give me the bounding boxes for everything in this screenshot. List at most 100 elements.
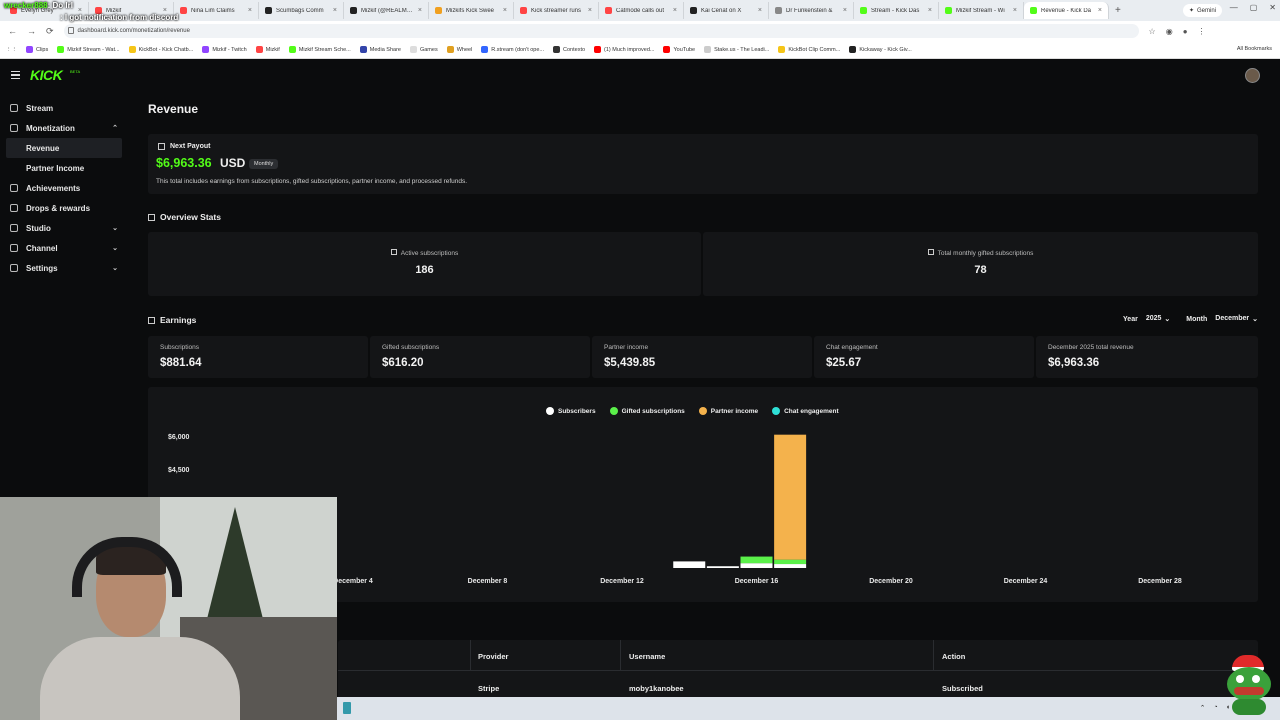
stat-card-gifted-subscriptions: Total monthly gifted subscriptions 78 [703, 232, 1258, 296]
site-info-icon[interactable] [67, 27, 74, 34]
chevron-up-icon[interactable]: ⌃ [1200, 704, 1206, 712]
browser-tab[interactable]: Revenue - Kick Da × [1024, 2, 1109, 19]
browser-tab[interactable]: Nina Lim Claims × [174, 2, 259, 19]
bookmark-label: Stake.us - The Leadi... [714, 46, 770, 53]
bookmark-item[interactable]: Clips [26, 46, 48, 53]
gemini-button[interactable]: ✦ Gemini [1182, 4, 1222, 17]
chat-username: wrecker888 [4, 1, 48, 10]
sidebar-item-studio[interactable]: Studio ⌄ [0, 218, 132, 238]
bookmark-item[interactable]: KickBot Clip Comm... [778, 46, 840, 53]
streamer-body [40, 637, 240, 720]
profile-icon[interactable]: ● [1183, 27, 1188, 36]
bookmark-label: (1) Much improved... [604, 46, 655, 53]
col-header-username[interactable]: Username [629, 652, 665, 661]
app-header: KICK BETA [0, 60, 1280, 92]
user-avatar[interactable] [1245, 68, 1260, 83]
close-tab-icon[interactable]: × [248, 7, 252, 14]
bookmark-item[interactable]: (1) Much improved... [594, 46, 654, 53]
browser-tab[interactable]: Mizkif Stream - Wi × [939, 2, 1024, 19]
close-tab-icon[interactable]: × [1013, 7, 1017, 14]
sidebar-icon [10, 244, 18, 252]
close-icon[interactable]: ✕ [1269, 3, 1276, 12]
bar-segment[interactable] [740, 563, 773, 568]
bookmark-item[interactable]: Mizkif [255, 46, 280, 53]
bookmark-item[interactable]: Kickaway - Kick Giv... [849, 46, 912, 53]
close-tab-icon[interactable]: × [758, 7, 762, 14]
bookmark-favicon-icon [128, 46, 136, 53]
sidebar-item-channel[interactable]: Channel ⌄ [0, 238, 132, 258]
bookmark-item[interactable]: Mizkif Stream - Wat... [57, 46, 120, 53]
extension-icon[interactable]: ◉ [1166, 27, 1173, 36]
close-tab-icon[interactable]: × [928, 7, 932, 14]
tab-favicon-icon [605, 7, 612, 14]
bar-segment[interactable] [706, 566, 739, 568]
browser-tab[interactable]: Catmode calls out × [599, 2, 684, 19]
bookmark-item[interactable]: YouTube [663, 46, 695, 53]
close-tab-icon[interactable]: × [503, 7, 507, 14]
bookmark-star-icon[interactable]: ☆ [1149, 27, 1156, 36]
reload-icon[interactable]: ⟳ [46, 26, 54, 37]
browser-tab[interactable]: Kick streamer runs × [514, 2, 599, 19]
beta-badge: BETA [70, 69, 81, 74]
col-header-action[interactable]: Action [942, 652, 965, 661]
bookmark-item[interactable]: KickBot - Kick Chatb... [128, 46, 193, 53]
forward-icon[interactable]: → [27, 26, 36, 37]
month-select[interactable]: December ⌄ [1215, 315, 1258, 323]
sidebar-item-monetization[interactable]: Monetization ⌃ [0, 118, 132, 138]
bookmark-item[interactable]: Mizkif Stream Sche... [288, 46, 351, 53]
bookmark-item[interactable]: Wheel [446, 46, 472, 53]
close-tab-icon[interactable]: × [588, 7, 592, 14]
minimize-icon[interactable]: — [1230, 3, 1238, 12]
sidebar-item-drops-rewards[interactable]: Drops & rewards [0, 198, 132, 218]
bar-segment[interactable] [740, 556, 773, 564]
chat-overlay-line-2: : I got notification from discord [60, 13, 178, 22]
browser-tab[interactable]: Mizkifs Kick Swee × [429, 2, 514, 19]
bookmark-item[interactable]: R.stream (don't ope... [481, 46, 544, 53]
chevron-down-icon: ⌄ [112, 225, 118, 232]
bookmark-item[interactable]: Games [409, 46, 438, 53]
close-tab-icon[interactable]: × [418, 7, 422, 14]
sidebar-item-revenue[interactable]: Revenue [6, 138, 122, 158]
col-header-provider[interactable]: Provider [478, 652, 508, 661]
sidebar-item-stream[interactable]: Stream [0, 98, 132, 118]
browser-tab[interactable]: Dr Funkenstein & × [769, 2, 854, 19]
tab-favicon-icon [180, 7, 187, 14]
close-tab-icon[interactable]: × [1098, 7, 1102, 14]
kick-logo[interactable]: KICK [30, 67, 63, 83]
bookmark-favicon-icon [481, 46, 489, 53]
menu-icon[interactable]: ⋮ [1198, 27, 1206, 36]
bar-segment[interactable] [774, 559, 807, 565]
close-tab-icon[interactable]: × [673, 7, 677, 14]
close-tab-icon[interactable]: × [843, 7, 847, 14]
bar-segment[interactable] [774, 434, 807, 560]
apps-icon[interactable]: ⋮⋮ [6, 47, 17, 53]
bookmark-item[interactable]: Stake.us - The Leadi... [704, 46, 769, 53]
sidebar-item-partner-income[interactable]: Partner Income [0, 158, 132, 178]
back-icon[interactable]: ← [8, 26, 17, 37]
browser-tab[interactable]: Kai Cenat on X × [684, 2, 769, 19]
browser-tab[interactable]: Mizkif (@REALMizk × [344, 2, 429, 19]
url-field[interactable]: dashboard.kick.com/monetization/revenue [63, 24, 1139, 38]
network-icon[interactable]: ◔ [1214, 704, 1218, 712]
bookmark-item[interactable]: Contexto [553, 46, 585, 53]
bookmark-item[interactable]: Mizkif - Twitch [202, 46, 247, 53]
all-bookmarks-button[interactable]: All Bookmarks [1237, 46, 1272, 52]
bookmarks-bar: ⋮⋮ Clips Mizkif Stream - Wat... KickBot - K… [0, 41, 1280, 59]
browser-tab[interactable]: Scumbags Comm × [259, 2, 344, 19]
year-select[interactable]: 2025 ⌄ [1146, 315, 1170, 323]
bar-segment[interactable] [673, 561, 706, 568]
sidebar-item-settings[interactable]: Settings ⌄ [0, 258, 132, 278]
bookmark-item[interactable]: Media Share [359, 46, 401, 53]
taskbar-app-icon[interactable] [343, 702, 351, 714]
sidebar-item-achievements[interactable]: Achievements [0, 178, 132, 198]
payout-amount: $6,963.36 [156, 156, 212, 170]
close-tab-icon[interactable]: × [333, 7, 337, 14]
earnings-icon [148, 316, 155, 324]
browser-tab[interactable]: Stream - Kick Das × [854, 2, 939, 19]
maximize-icon[interactable]: ▢ [1250, 3, 1258, 12]
bookmark-label: Games [419, 46, 438, 53]
cell-username[interactable]: moby1kanobee [629, 684, 684, 693]
hamburger-menu-icon[interactable] [11, 71, 20, 79]
new-tab-icon[interactable]: + [1115, 5, 1121, 16]
bar-segment[interactable] [774, 564, 807, 568]
